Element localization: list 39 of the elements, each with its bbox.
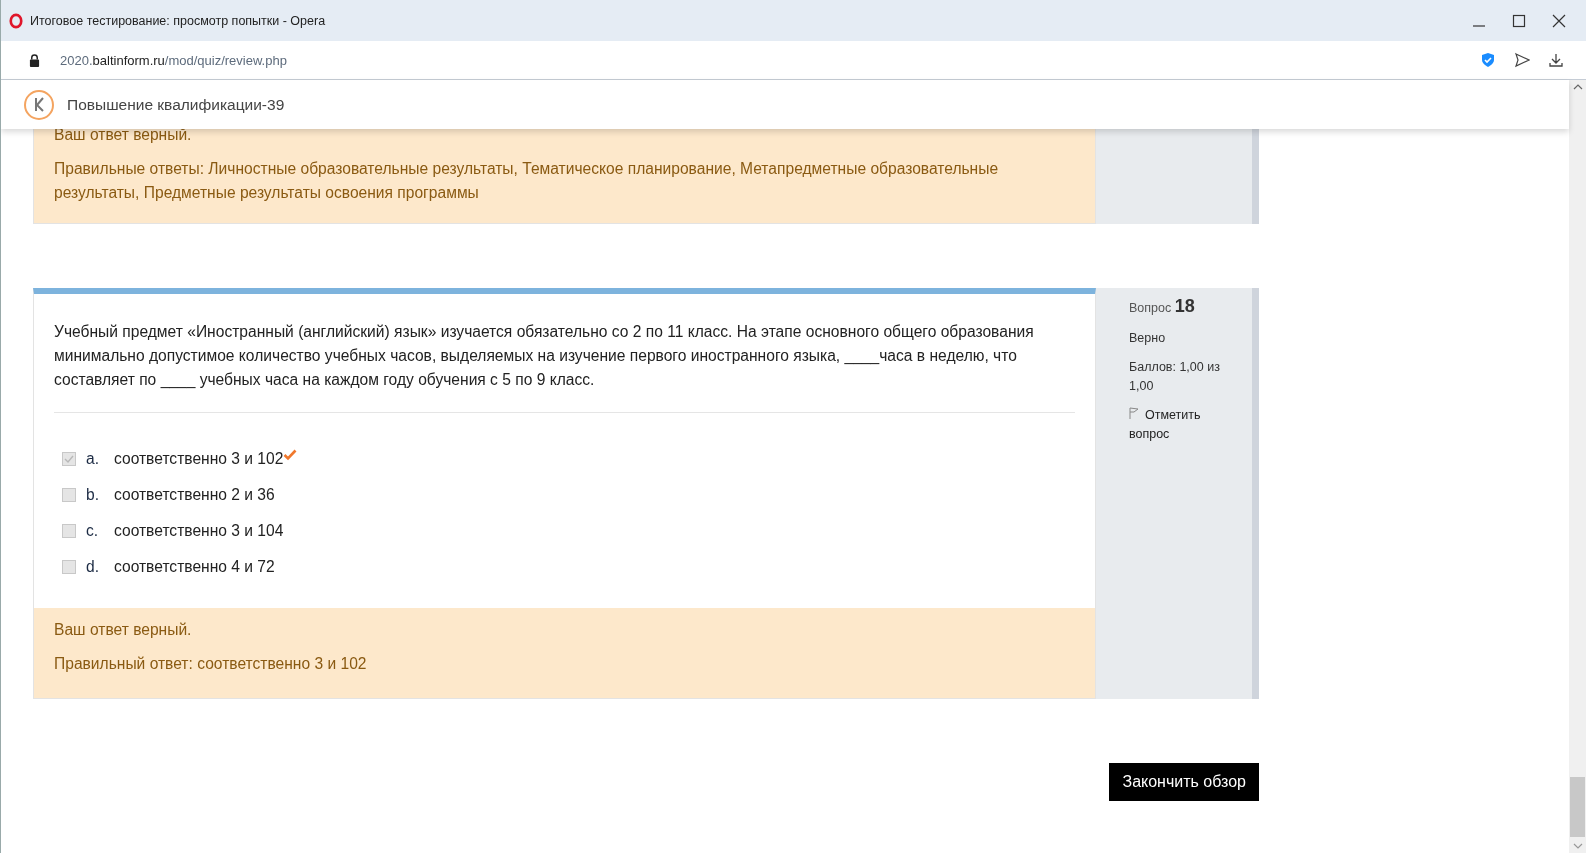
scrollbar-thumb[interactable]: [1570, 777, 1585, 837]
opera-logo-icon: [9, 12, 23, 29]
correct-answer-text: Правильный ответ: соответственно 3 и 102: [54, 654, 368, 674]
flag-question-link[interactable]: Отметить вопрос: [1129, 406, 1219, 444]
answer-text: соответственно 3 и 102: [114, 449, 284, 468]
answer-letter: d.: [86, 557, 100, 576]
answer-letter: b.: [86, 485, 100, 504]
answer-letter: c.: [86, 521, 100, 540]
site-logo-icon[interactable]: [23, 88, 55, 121]
lock-icon: [29, 53, 40, 67]
answer-letter: a.: [86, 449, 100, 468]
feedback-status: Ваш ответ верный.: [54, 125, 193, 145]
scrollbar[interactable]: [1569, 80, 1586, 853]
close-icon[interactable]: [1552, 13, 1566, 28]
shield-icon[interactable]: [1480, 52, 1496, 68]
answer-text: соответственно 2 и 36: [114, 485, 275, 504]
address-url[interactable]: 2020.baltinform.ru/mod/quiz/review.php: [60, 52, 287, 68]
question-text: Учебный предмет «Иностранный (английский) язык» изучается обязательно со 2 по 11 класс. На этапе основного общего образования минимально допустимое количество учебных часов, выделяемых на изучение первого иностранного языка, ____часа в неделю, что составляет по ____ учебных часа на каждом году обучения с 5 по 9 класс.: [54, 320, 1075, 413]
answer-text: соответственно 3 и 104: [114, 521, 284, 540]
feedback-status: Ваш ответ верный.: [54, 620, 193, 640]
window-title: Итоговое тестирование: просмотр попытки - Opera: [30, 13, 326, 28]
answer-text: соответственно 4 и 72: [114, 557, 275, 576]
flag-icon: [1129, 407, 1139, 419]
question-number: 18: [1174, 296, 1195, 316]
answer-checkbox[interactable]: [62, 523, 76, 538]
question-grade: Баллов: 1,00 из 1,00: [1129, 359, 1221, 395]
maximize-icon[interactable]: [1512, 13, 1526, 28]
answer-checkbox[interactable]: [62, 559, 76, 574]
answer-checkbox[interactable]: [62, 451, 76, 466]
scroll-down-icon[interactable]: [1572, 843, 1583, 849]
site-title[interactable]: Повышение квалификации-39: [67, 95, 285, 114]
answer-checkbox[interactable]: [62, 487, 76, 502]
finish-review-button[interactable]: Закончить обзор: [1109, 763, 1259, 801]
question-label: Вопрос: [1129, 301, 1172, 315]
download-icon[interactable]: [1548, 52, 1564, 68]
send-icon[interactable]: [1514, 52, 1530, 68]
question-state: Верно: [1129, 330, 1167, 347]
correct-answer-text: Правильные ответы: Личностные образовательные результаты, Тематическое планирование, Метапредметные образовательные результаты, Предметные результаты освоения программы: [54, 159, 1000, 203]
scroll-up-icon[interactable]: [1572, 84, 1583, 90]
